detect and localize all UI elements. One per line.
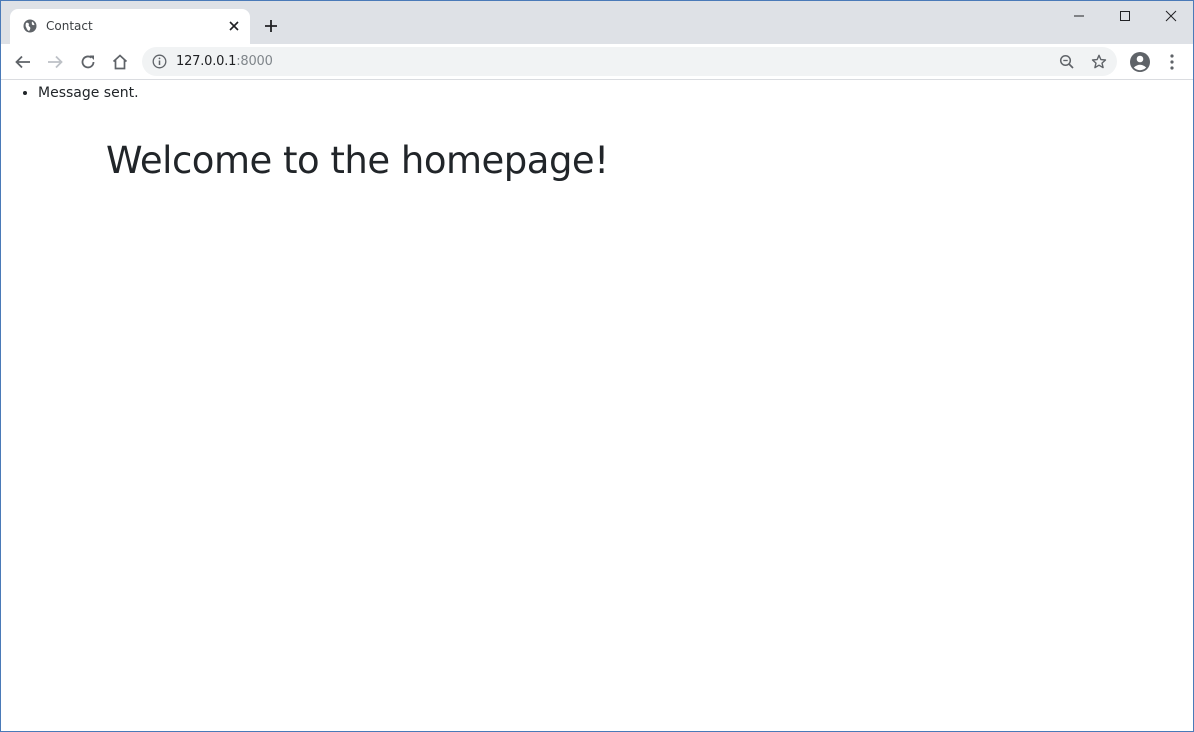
kebab-menu-icon[interactable] bbox=[1164, 50, 1180, 74]
tab-title: Contact bbox=[46, 19, 93, 33]
arrow-left-icon bbox=[15, 55, 30, 69]
info-icon[interactable] bbox=[152, 54, 167, 69]
globe-icon bbox=[23, 19, 37, 33]
maximize-button[interactable] bbox=[1102, 1, 1148, 31]
messages-list: Message sent. bbox=[38, 84, 139, 102]
message-item: Message sent. bbox=[38, 84, 139, 102]
tab-strip: Contact bbox=[1, 1, 1193, 44]
arrow-right-icon bbox=[48, 55, 63, 69]
home-button[interactable] bbox=[108, 50, 132, 74]
home-icon bbox=[112, 54, 128, 70]
address-bar[interactable]: 127.0.0.1:8000 bbox=[142, 47, 1117, 76]
account-icon[interactable] bbox=[1128, 50, 1152, 74]
close-window-icon bbox=[1165, 10, 1177, 22]
reload-icon bbox=[81, 55, 95, 69]
minimize-icon bbox=[1074, 15, 1084, 17]
url-host: 127.0.0.1 bbox=[176, 54, 237, 69]
reload-button[interactable] bbox=[76, 50, 100, 74]
forward-button[interactable] bbox=[43, 50, 67, 74]
star-icon[interactable] bbox=[1090, 53, 1108, 71]
maximize-icon bbox=[1120, 11, 1130, 21]
page-title: Welcome to the homepage! bbox=[106, 139, 609, 182]
page-content: Message sent. Welcome to the homepage! bbox=[1, 81, 1193, 731]
tab-contact[interactable]: Contact bbox=[10, 9, 250, 44]
plus-icon[interactable] bbox=[262, 17, 280, 35]
browser-toolbar: 127.0.0.1:8000 bbox=[1, 44, 1193, 80]
minimize-button[interactable] bbox=[1056, 1, 1102, 31]
back-button[interactable] bbox=[11, 50, 35, 74]
zoom-out-icon[interactable] bbox=[1058, 53, 1076, 71]
browser-window: Contact 127.0.0.1:8000 • Message sent. W… bbox=[0, 0, 1194, 732]
close-window-button[interactable] bbox=[1148, 1, 1193, 31]
url-text[interactable]: 127.0.0.1:8000 bbox=[176, 54, 273, 69]
close-icon[interactable] bbox=[226, 18, 242, 34]
url-port: :8000 bbox=[236, 54, 273, 69]
